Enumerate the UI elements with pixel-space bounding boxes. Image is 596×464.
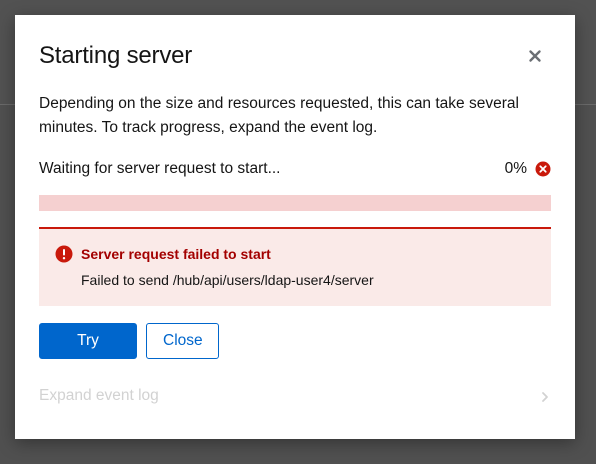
starting-server-modal: Starting server Depending on the size an… <box>15 15 575 439</box>
alert-title: Server request failed to start <box>81 246 271 262</box>
modal-title: Starting server <box>39 42 193 69</box>
alert-message: Failed to send /hub/api/users/ldap-user4… <box>81 272 374 288</box>
expand-event-log[interactable]: Expand event log <box>39 384 551 408</box>
expand-event-log-label: Expand event log <box>39 387 159 404</box>
progress-percent: 0% <box>504 160 527 177</box>
progress-status-row: Waiting for server request to start... 0… <box>39 157 551 181</box>
exclamation-circle-icon <box>55 245 73 263</box>
modal-description: Depending on the size and resources requ… <box>39 95 519 136</box>
close-icon[interactable] <box>525 46 545 66</box>
error-alert: Server request failed to start Failed to… <box>39 227 551 306</box>
progress-status-text: Waiting for server request to start... <box>39 160 281 177</box>
progress-bar <box>39 195 551 211</box>
error-circle-icon <box>535 161 551 177</box>
try-again-button[interactable]: Try again <box>39 323 137 383</box>
chevron-right-icon <box>539 390 551 402</box>
close-button[interactable]: Close <box>146 323 219 359</box>
